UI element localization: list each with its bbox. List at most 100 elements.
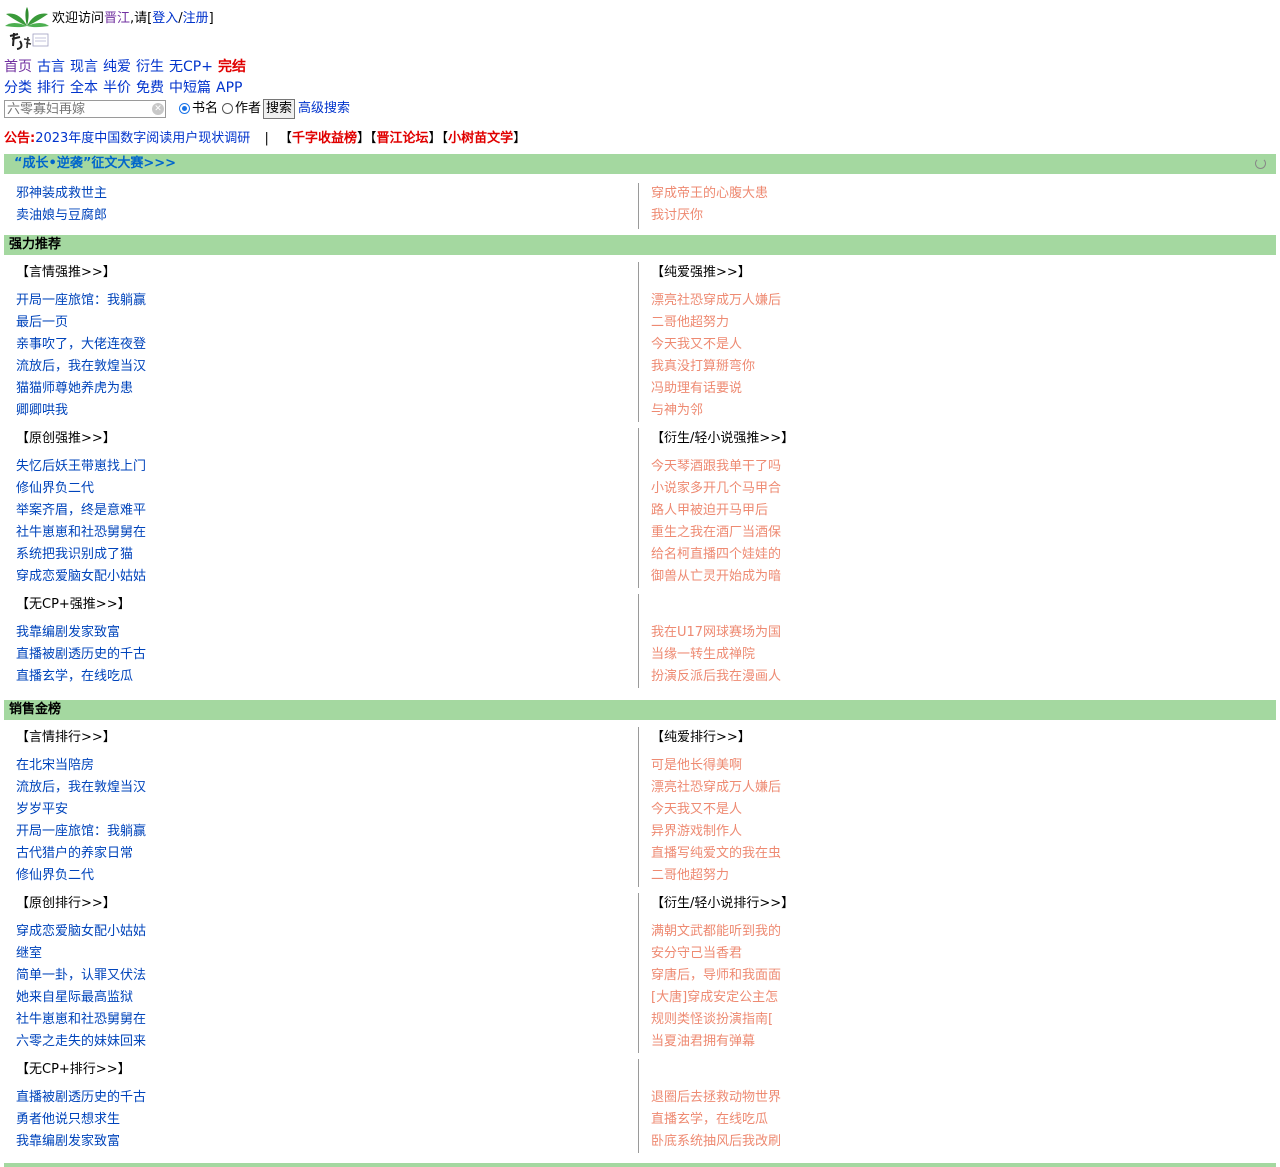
list-item[interactable]: 她来自星际最高监狱 [16, 987, 146, 1009]
list-item[interactable]: 直播写纯爱文的我在虫 [651, 843, 781, 865]
original-recommend-title[interactable]: 【原创强推>>】 [16, 428, 116, 450]
forum-link[interactable]: 晋江论坛 [377, 131, 429, 146]
list-item[interactable]: 我在U17网球赛场为国 [651, 622, 781, 644]
list-item[interactable]: [大唐]穿成安定公主怎 [651, 987, 781, 1009]
list-item[interactable]: 我靠编剧发家致富 [16, 622, 146, 644]
list-item[interactable]: 卿卿哄我 [16, 400, 146, 422]
danmei-recommend-title[interactable]: 【纯爱强推>>】 [651, 262, 751, 284]
list-item[interactable]: 退圈后去拯救动物世界 [651, 1087, 781, 1109]
nav-app[interactable]: APP [216, 80, 242, 96]
list-item[interactable]: 规则类怪谈扮演指南[ [651, 1009, 781, 1031]
search-input[interactable] [4, 100, 166, 118]
list-item[interactable]: 今天我又不是人 [651, 334, 781, 356]
list-item[interactable]: 与神为邻 [651, 400, 781, 422]
list-item[interactable]: 穿成恋爱脑女配小姑姑 [16, 566, 146, 588]
fanfic-rank-title[interactable]: 【衍生/轻小说排行>>】 [651, 893, 794, 915]
no-cp-recommend-title[interactable]: 【无CP+强推>>】 [16, 594, 131, 616]
romance-recommend-title[interactable]: 【言情强推>>】 [16, 262, 116, 284]
list-item[interactable]: 给名柯直播四个娃娃的 [651, 544, 781, 566]
radio-book-name[interactable] [179, 103, 190, 114]
list-item[interactable]: 直播玄学，在线吃瓜 [16, 666, 146, 688]
nav-completed[interactable]: 完结 [218, 59, 246, 75]
list-item[interactable]: 我讨厌你 [651, 205, 768, 227]
list-item[interactable]: 举案齐眉，终是意难平 [16, 500, 146, 522]
list-item[interactable]: 失忆后妖王带崽找上门 [16, 456, 146, 478]
original-rank-title[interactable]: 【原创排行>>】 [16, 893, 116, 915]
clear-icon[interactable]: ✕ [152, 103, 164, 115]
list-item[interactable]: 当缘一转生成禅院 [651, 644, 781, 666]
nav-ranking[interactable]: 排行 [37, 80, 65, 96]
nav-modern-romance[interactable]: 现言 [70, 59, 98, 75]
list-item[interactable]: 修仙界负二代 [16, 865, 146, 887]
romance-rank-title[interactable]: 【言情排行>>】 [16, 727, 116, 749]
list-item[interactable]: 我靠编剧发家致富 [16, 1131, 146, 1153]
list-item[interactable]: 流放后，我在敦煌当汉 [16, 777, 146, 799]
list-item[interactable]: 在北宋当陪房 [16, 755, 146, 777]
list-item[interactable]: 勇者他说只想求生 [16, 1109, 146, 1131]
list-item[interactable]: 亲事吹了，大佬连夜登 [16, 334, 146, 356]
nav-free[interactable]: 免费 [136, 80, 164, 96]
nav-category[interactable]: 分类 [4, 80, 32, 96]
list-item[interactable]: 穿成帝王的心腹大患 [651, 183, 768, 205]
list-item[interactable]: 二哥他超努力 [651, 312, 781, 334]
list-item[interactable]: 冯助理有话要说 [651, 378, 781, 400]
nav-danmei[interactable]: 纯爱 [103, 59, 131, 75]
list-item[interactable]: 系统把我识别成了猫 [16, 544, 146, 566]
list-item[interactable]: 重生之我在酒厂当酒保 [651, 522, 781, 544]
nav-half-price[interactable]: 半价 [103, 80, 131, 96]
nav-no-cp[interactable]: 无CP+ [169, 59, 213, 75]
nav-ancient-romance[interactable]: 古言 [37, 59, 65, 75]
radio-author[interactable] [222, 103, 233, 114]
danmei-rank-title[interactable]: 【纯爱排行>>】 [651, 727, 751, 749]
advanced-search-link[interactable]: 高级搜索 [298, 100, 350, 118]
list-item[interactable]: 小说家多开几个马甲合 [651, 478, 781, 500]
list-item[interactable]: 卧底系统抽风后我改刷 [651, 1131, 781, 1153]
nav-short[interactable]: 中短篇 [169, 80, 211, 96]
list-item[interactable]: 满朝文武都能听到我的 [651, 921, 781, 943]
list-item[interactable]: 漂亮社恐穿成万人嫌后 [651, 290, 781, 312]
list-item[interactable]: 今天我又不是人 [651, 799, 781, 821]
list-item[interactable]: 我真没打算掰弯你 [651, 356, 781, 378]
contest-title[interactable]: “成长•逆袭”征文大赛>>> [14, 156, 176, 171]
list-item[interactable]: 漂亮社恐穿成万人嫌后 [651, 777, 781, 799]
list-item[interactable]: 社牛崽崽和社恐舅舅在 [16, 522, 146, 544]
login-link[interactable]: 登入 [152, 11, 178, 26]
list-item[interactable]: 御兽从亡灵开始成为暗 [651, 566, 781, 588]
list-item[interactable]: 可是他长得美啊 [651, 755, 781, 777]
list-item[interactable]: 直播玄学，在线吃瓜 [651, 1109, 781, 1131]
list-item[interactable]: 穿唐后，导师和我面面 [651, 965, 781, 987]
list-item[interactable]: 社牛崽崽和社恐舅舅在 [16, 1009, 146, 1031]
list-item[interactable]: 流放后，我在敦煌当汉 [16, 356, 146, 378]
jinjiang-logo[interactable] [4, 6, 50, 52]
list-item[interactable]: 邪神装成救世主 [16, 183, 107, 205]
fanfic-recommend-title[interactable]: 【衍生/轻小说强推>>】 [651, 428, 794, 450]
search-button[interactable]: 搜索 [263, 99, 295, 119]
sapling-link[interactable]: 小树苗文学 [448, 131, 513, 146]
list-item[interactable]: 扮演反派后我在漫画人 [651, 666, 781, 688]
contest-header[interactable]: “成长•逆袭”征文大赛>>> [4, 154, 1276, 174]
site-name-link[interactable]: 晋江 [104, 11, 130, 26]
nav-fanfic[interactable]: 衍生 [136, 59, 164, 75]
list-item[interactable]: 穿成恋爱脑女配小姑姑 [16, 921, 146, 943]
list-item[interactable]: 开局一座旅馆：我躺赢 [16, 290, 146, 312]
register-link[interactable]: 注册 [183, 11, 209, 26]
list-item[interactable]: 安分守己当香君 [651, 943, 781, 965]
nav-home[interactable]: 首页 [4, 59, 32, 75]
list-item[interactable]: 简单一卦，认罪又伏法 [16, 965, 146, 987]
list-item[interactable]: 当夏油君拥有弹幕 [651, 1031, 781, 1053]
notice-link[interactable]: 2023年度中国数字阅读用户现状调研 [35, 131, 250, 146]
list-item[interactable]: 今天琴酒跟我单干了吗 [651, 456, 781, 478]
list-item[interactable]: 路人甲被迫开马甲后 [651, 500, 781, 522]
list-item[interactable]: 卖油娘与豆腐郎 [16, 205, 107, 227]
list-item[interactable]: 修仙界负二代 [16, 478, 146, 500]
list-item[interactable]: 六零之走失的妹妹回来 [16, 1031, 146, 1053]
nav-full[interactable]: 全本 [70, 80, 98, 96]
list-item[interactable]: 异界游戏制作人 [651, 821, 781, 843]
list-item[interactable]: 猫猫师尊她养虎为患 [16, 378, 146, 400]
list-item[interactable]: 最后一页 [16, 312, 146, 334]
list-item[interactable]: 继室 [16, 943, 146, 965]
no-cp-rank-title[interactable]: 【无CP+排行>>】 [16, 1059, 131, 1081]
earnings-rank-link[interactable]: 千字收益榜 [292, 131, 357, 146]
list-item[interactable]: 开局一座旅馆：我躺赢 [16, 821, 146, 843]
list-item[interactable]: 直播被剧透历史的千古 [16, 1087, 146, 1109]
